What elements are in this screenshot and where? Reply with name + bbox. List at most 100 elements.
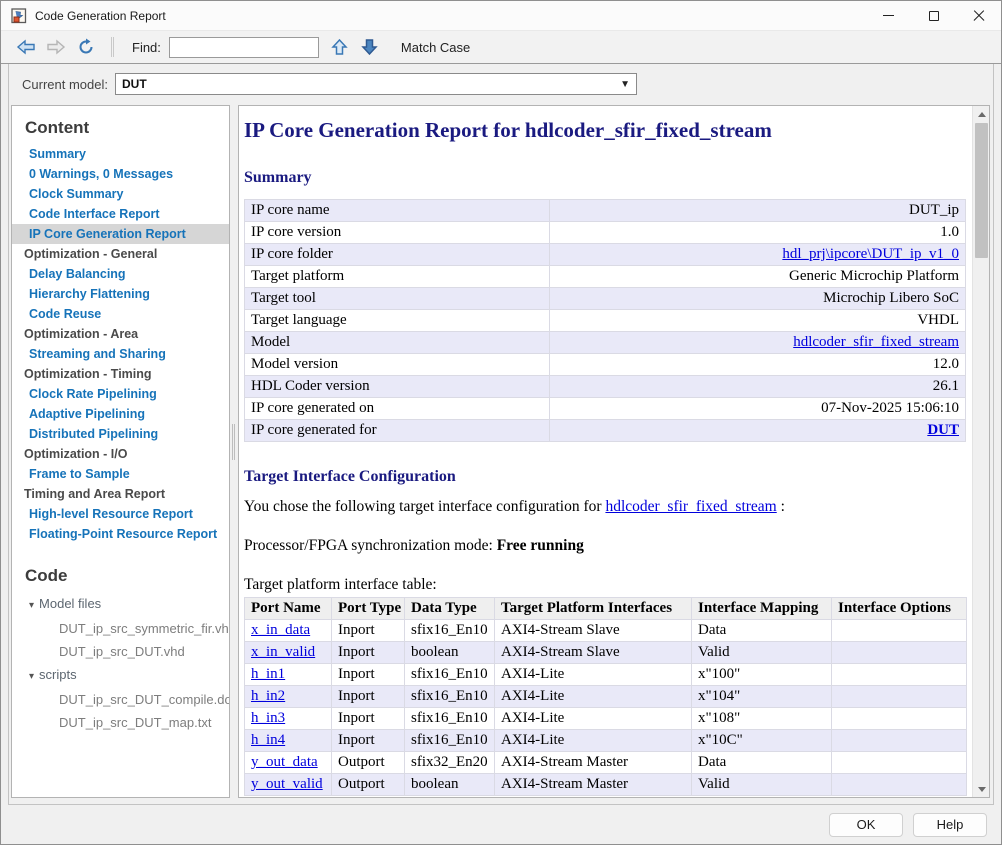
dialog-body: Current model: DUT ▼ Content Summary0 Wa… bbox=[1, 64, 1001, 844]
summary-row-label: HDL Coder version bbox=[245, 376, 550, 398]
find-previous-button[interactable] bbox=[327, 36, 353, 58]
find-label: Find: bbox=[132, 40, 161, 55]
interface-cell: Data bbox=[692, 752, 832, 774]
toolbar: Find: Match Case bbox=[1, 31, 1001, 64]
interface-row: h_in4Inportsfix16_En10AXI4-Litex"10C" bbox=[245, 730, 967, 752]
sidebar-item[interactable]: 0 Warnings, 0 Messages bbox=[12, 164, 229, 184]
interface-column-header: Interface Mapping bbox=[692, 598, 832, 620]
toolbar-separator bbox=[111, 37, 112, 57]
summary-value-link[interactable]: hdlcoder_sfir_fixed_stream bbox=[793, 334, 959, 350]
interface-cell bbox=[832, 664, 967, 686]
sidebar-splitter[interactable] bbox=[230, 105, 238, 798]
summary-row-label: IP core folder bbox=[245, 244, 550, 266]
window-title: Code Generation Report bbox=[35, 9, 166, 23]
report-content: IP Core Generation Report for hdlcoder_s… bbox=[239, 106, 972, 797]
summary-table-body: IP core nameDUT_ipIP core version1.0IP c… bbox=[245, 200, 966, 442]
interface-cell: AXI4-Lite bbox=[495, 686, 692, 708]
maximize-button[interactable] bbox=[911, 1, 956, 30]
interface-cell: sfix16_En10 bbox=[405, 686, 495, 708]
sidebar-item[interactable]: IP Core Generation Report bbox=[12, 224, 229, 244]
summary-row: HDL Coder version26.1 bbox=[245, 376, 966, 398]
sync-mode-value: Free running bbox=[497, 537, 584, 554]
sidebar-item[interactable]: Frame to Sample bbox=[12, 464, 229, 484]
title-bar: Code Generation Report bbox=[1, 1, 1001, 31]
interface-cell: boolean bbox=[405, 774, 495, 796]
code-tree-file[interactable]: DUT_ip_src_symmetric_fir.vhd bbox=[12, 617, 229, 640]
port-name-cell: h_in1 bbox=[245, 664, 332, 686]
port-name-cell: x_in_valid bbox=[245, 642, 332, 664]
sidebar-item[interactable]: High-level Resource Report bbox=[12, 504, 229, 524]
minimize-button[interactable] bbox=[866, 1, 911, 30]
interface-cell: AXI4-Stream Master bbox=[495, 752, 692, 774]
port-name-link[interactable]: y_out_data bbox=[251, 754, 318, 770]
code-tree-group[interactable]: ▾Model files bbox=[12, 592, 229, 617]
forward-button[interactable] bbox=[43, 36, 69, 58]
summary-row-label: Target language bbox=[245, 310, 550, 332]
port-name-link[interactable]: h_in2 bbox=[251, 688, 285, 704]
scroll-down-button[interactable] bbox=[973, 781, 990, 797]
port-name-link[interactable]: h_in1 bbox=[251, 666, 285, 682]
sidebar-item[interactable]: Hierarchy Flattening bbox=[12, 284, 229, 304]
summary-row-value: DUT bbox=[550, 420, 966, 442]
refresh-button[interactable] bbox=[73, 36, 99, 58]
tic-text-prefix: You chose the following target interface… bbox=[244, 498, 605, 515]
target-interface-heading: Target Interface Configuration bbox=[244, 468, 972, 486]
find-next-button[interactable] bbox=[357, 36, 383, 58]
content-row: Content Summary0 Warnings, 0 MessagesClo… bbox=[9, 104, 993, 804]
sidebar-item[interactable]: Code Interface Report bbox=[12, 204, 229, 224]
back-button[interactable] bbox=[13, 36, 39, 58]
interface-row: x_in_dataInportsfix16_En10AXI4-Stream Sl… bbox=[245, 620, 967, 642]
report-panel: IP Core Generation Report for hdlcoder_s… bbox=[238, 105, 990, 798]
summary-value-link[interactable]: hdl_prj\ipcore\DUT_ip_v1_0 bbox=[782, 246, 959, 262]
interface-cell bbox=[832, 642, 967, 664]
help-button[interactable]: Help bbox=[913, 813, 987, 837]
target-interface-text: You chose the following target interface… bbox=[244, 498, 972, 516]
sidebar-item[interactable]: Clock Rate Pipelining bbox=[12, 384, 229, 404]
match-case-toggle[interactable]: Match Case bbox=[401, 40, 470, 55]
summary-row-label: Model version bbox=[245, 354, 550, 376]
forward-arrow-icon bbox=[46, 39, 66, 55]
scroll-up-button[interactable] bbox=[973, 106, 990, 122]
sync-mode-label: Processor/FPGA synchronization mode: bbox=[244, 537, 497, 554]
interface-row: h_in3Inportsfix16_En10AXI4-Litex"108" bbox=[245, 708, 967, 730]
scrollbar-thumb[interactable] bbox=[975, 123, 988, 258]
sidebar-item[interactable]: Floating-Point Resource Report bbox=[12, 524, 229, 544]
find-down-icon bbox=[361, 38, 378, 56]
code-tree-file[interactable]: DUT_ip_src_DUT.vhd bbox=[12, 640, 229, 663]
sidebar-item[interactable]: Streaming and Sharing bbox=[12, 344, 229, 364]
current-model-dropdown[interactable]: DUT ▼ bbox=[115, 73, 637, 95]
ok-button[interactable]: OK bbox=[829, 813, 903, 837]
close-button[interactable] bbox=[956, 1, 1001, 30]
code-tree-file[interactable]: DUT_ip_src_DUT_map.txt bbox=[12, 711, 229, 734]
model-link[interactable]: hdlcoder_sfir_fixed_stream bbox=[605, 498, 776, 515]
find-input[interactable] bbox=[169, 37, 319, 58]
interface-cell: Inport bbox=[332, 620, 405, 642]
port-name-link[interactable]: h_in3 bbox=[251, 710, 285, 726]
sidebar: Content Summary0 Warnings, 0 MessagesClo… bbox=[11, 105, 230, 798]
sidebar-item[interactable]: Clock Summary bbox=[12, 184, 229, 204]
port-name-link[interactable]: y_out_valid bbox=[251, 776, 323, 792]
vertical-scrollbar[interactable] bbox=[972, 106, 989, 797]
interface-cell bbox=[832, 620, 967, 642]
sidebar-item[interactable]: Code Reuse bbox=[12, 304, 229, 324]
find-up-icon bbox=[331, 38, 348, 56]
summary-row: Target toolMicrochip Libero SoC bbox=[245, 288, 966, 310]
sidebar-item[interactable]: Adaptive Pipelining bbox=[12, 404, 229, 424]
port-name-link[interactable]: x_in_valid bbox=[251, 644, 315, 660]
interface-column-header: Port Type bbox=[332, 598, 405, 620]
summary-row-label: IP core name bbox=[245, 200, 550, 222]
code-tree-file[interactable]: DUT_ip_src_DUT_compile.do bbox=[12, 688, 229, 711]
summary-row: IP core folder hdl_prj\ipcore\DUT_ip_v1_0 bbox=[245, 244, 966, 266]
summary-row-value: Microchip Libero SoC bbox=[550, 288, 966, 310]
summary-value-link[interactable]: DUT bbox=[927, 422, 959, 438]
content-heading: Content bbox=[12, 118, 229, 144]
port-name-link[interactable]: h_in4 bbox=[251, 732, 285, 748]
sidebar-item[interactable]: Distributed Pipelining bbox=[12, 424, 229, 444]
code-tree-group[interactable]: ▾scripts bbox=[12, 663, 229, 688]
summary-table: IP core nameDUT_ipIP core version1.0IP c… bbox=[244, 199, 966, 442]
sidebar-item[interactable]: Summary bbox=[12, 144, 229, 164]
back-arrow-icon bbox=[16, 39, 36, 55]
interface-cell: sfix16_En10 bbox=[405, 708, 495, 730]
sidebar-item[interactable]: Delay Balancing bbox=[12, 264, 229, 284]
port-name-link[interactable]: x_in_data bbox=[251, 622, 310, 638]
